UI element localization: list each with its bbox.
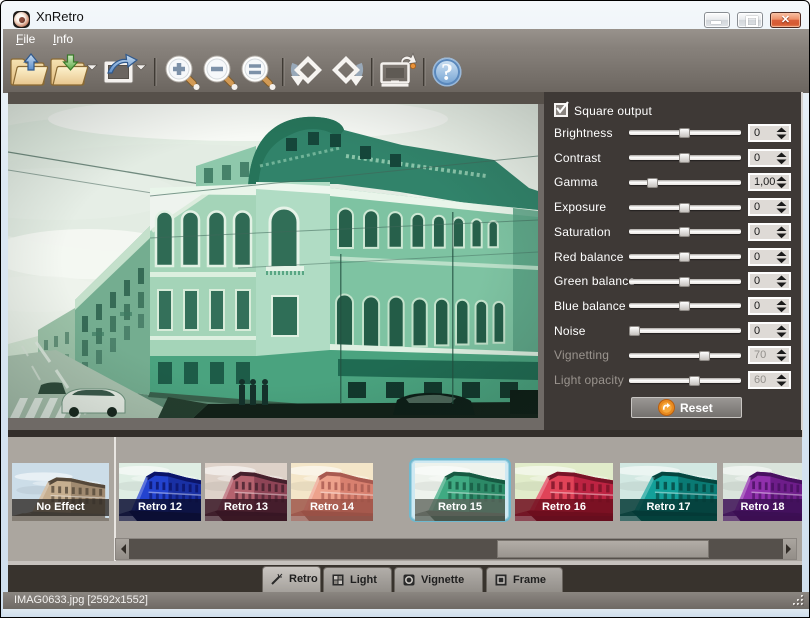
svg-text:?: ?	[441, 60, 453, 86]
